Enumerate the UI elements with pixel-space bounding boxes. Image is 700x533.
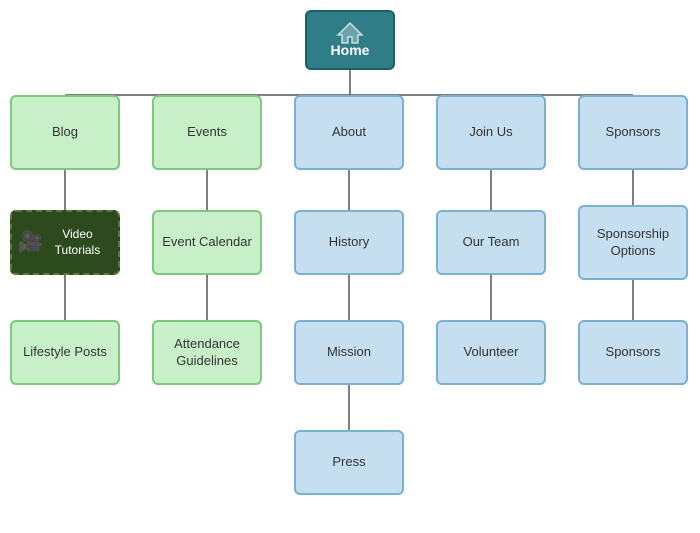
events-node[interactable]: Events [152,95,262,170]
lifestyle-posts-label: Lifestyle Posts [23,344,107,361]
about-label: About [332,124,366,141]
attendance-guidelines-node[interactable]: Attendance Guidelines [152,320,262,385]
our-team-label: Our Team [463,234,520,251]
attendance-guidelines-label: Attendance Guidelines [160,336,254,370]
press-node[interactable]: Press [294,430,404,495]
video-icon: 🎥 [18,229,43,255]
lifestyle-posts-node[interactable]: Lifestyle Posts [10,320,120,385]
about-node[interactable]: About [294,95,404,170]
event-calendar-label: Event Calendar [162,234,252,251]
video-tutorials-label: Video Tutorials [43,227,112,258]
home-node[interactable]: Home [305,10,395,70]
press-label: Press [332,454,365,471]
sponsors-node[interactable]: Sponsors [578,95,688,170]
home-icon: Home [331,21,370,59]
history-label: History [329,234,369,251]
mission-node[interactable]: Mission [294,320,404,385]
volunteer-node[interactable]: Volunteer [436,320,546,385]
events-label: Events [187,124,227,141]
video-tutorials-node[interactable]: 🎥 Video Tutorials [10,210,120,275]
sponsors-label: Sponsors [606,124,661,141]
history-node[interactable]: History [294,210,404,275]
joinus-label: Join Us [469,124,512,141]
our-team-node[interactable]: Our Team [436,210,546,275]
event-calendar-node[interactable]: Event Calendar [152,210,262,275]
sponsorship-options-node[interactable]: Sponsorship Options [578,205,688,280]
blog-node[interactable]: Blog [10,95,120,170]
volunteer-label: Volunteer [464,344,519,361]
tree-container: Home Blog Events About Join Us Sponsors … [0,0,700,533]
sponsorship-options-label: Sponsorship Options [586,226,680,260]
sponsors-child-node[interactable]: Sponsors [578,320,688,385]
blog-label: Blog [52,124,78,141]
sponsors-child-label: Sponsors [606,344,661,361]
mission-label: Mission [327,344,371,361]
home-label: Home [331,41,370,59]
joinus-node[interactable]: Join Us [436,95,546,170]
